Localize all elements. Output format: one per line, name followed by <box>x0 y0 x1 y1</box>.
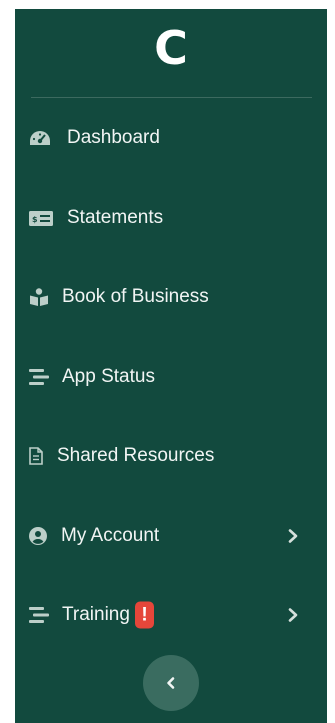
stream-icon <box>29 368 53 386</box>
chevron-right-icon <box>287 607 299 623</box>
brand-logo[interactable]: C <box>15 23 327 73</box>
sidebar-item-training[interactable]: Training ! <box>15 593 327 637</box>
sidebar-item-label: Statements <box>67 207 164 228</box>
sidebar-item-label: Shared Resources <box>57 445 215 466</box>
tachometer-icon <box>29 129 53 147</box>
sidebar-item-label: Dashboard <box>67 127 160 148</box>
svg-text:$: $ <box>32 215 38 224</box>
sidebar-item-label: Training <box>62 604 130 625</box>
sidebar-item-dashboard[interactable]: Dashboard <box>15 116 327 160</box>
sidebar-item-my-account[interactable]: My Account <box>15 514 327 558</box>
book-reader-icon <box>29 288 53 306</box>
chevron-left-icon <box>165 676 177 690</box>
sidebar-item-label: My Account <box>61 525 160 546</box>
money-bill-icon: $ <box>29 209 53 227</box>
chevron-right-icon <box>287 528 299 544</box>
sidebar-item-app-status[interactable]: App Status <box>15 355 327 399</box>
sidebar-item-shared-resources[interactable]: Shared Resources <box>15 434 327 478</box>
stream-icon <box>29 606 53 624</box>
divider <box>31 97 312 98</box>
sidebar-item-statements[interactable]: $ Statements <box>15 196 327 240</box>
sidebar-item-book-of-business[interactable]: Book of Business <box>15 275 327 319</box>
alert-badge: ! <box>135 601 154 629</box>
logo-letter: C <box>154 21 188 75</box>
sidebar-item-label: Book of Business <box>62 286 209 307</box>
sidebar: C Dashboard $ Statements Book of Busines… <box>15 9 327 723</box>
user-circle-icon <box>29 527 53 545</box>
collapse-sidebar-button[interactable] <box>143 655 199 711</box>
sidebar-item-label: App Status <box>62 366 155 387</box>
file-icon <box>29 447 53 465</box>
